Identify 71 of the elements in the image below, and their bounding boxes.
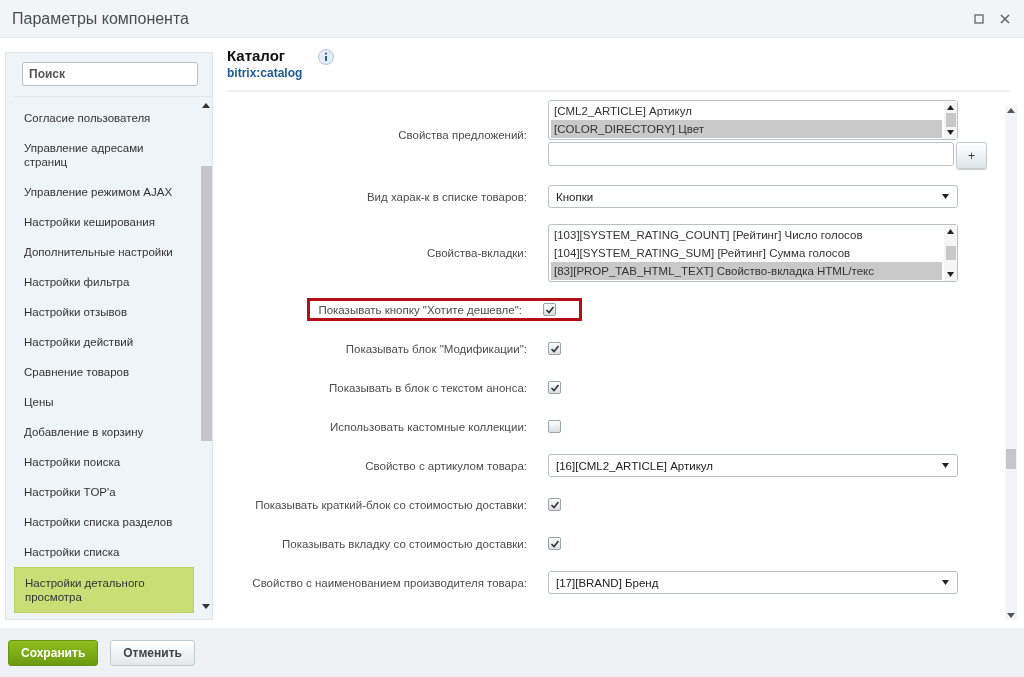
- sidebar-item[interactable]: Добавление в корзину: [14, 417, 194, 447]
- scroll-up-icon[interactable]: [1007, 108, 1015, 113]
- input-field[interactable]: [548, 142, 954, 166]
- sidebar-item[interactable]: Настройки кеширования: [14, 207, 194, 237]
- info-icon[interactable]: [318, 49, 335, 65]
- search-field[interactable]: Поиск: [22, 62, 198, 86]
- scrollbar-thumb[interactable]: [200, 166, 212, 441]
- field-label: Свойство с наименованием производителя товара:: [251, 576, 528, 589]
- sidebar-item[interactable]: Согласие пользователя: [14, 103, 194, 133]
- window-title: Параметры компонента: [12, 9, 189, 28]
- sidebar-item[interactable]: Сравнение товаров: [14, 357, 194, 387]
- list-option[interactable]: [COLOR_DIRECTORY] Цвет: [551, 120, 942, 138]
- list-option[interactable]: [CML2_ARTICLE] Артикул: [551, 102, 942, 120]
- dropdown[interactable]: [16][CML2_ARTICLE] Артикул: [548, 454, 958, 477]
- sidebar-item[interactable]: Настройки отзывов: [14, 297, 194, 327]
- sidebar-item[interactable]: Настройки детального просмотра: [14, 567, 194, 613]
- scrollbar-thumb[interactable]: [1006, 449, 1016, 469]
- field-label: Свойства-вкладки:: [425, 247, 528, 259]
- checkbox[interactable]: [548, 420, 561, 433]
- close-icon[interactable]: [1000, 13, 1010, 24]
- scrollbar-thumb[interactable]: [945, 246, 956, 260]
- sidebar-item[interactable]: Управление адресами страниц: [14, 133, 194, 177]
- field-label: Показывать краткий-блок со стоимостью доставки:: [254, 498, 528, 511]
- field-label: Свойство с артикулом товара:: [364, 459, 528, 472]
- dropdown[interactable]: Кнопки: [548, 185, 958, 208]
- checkbox[interactable]: [548, 537, 561, 550]
- sidebar-item[interactable]: Управление режимом AJAX: [14, 177, 194, 207]
- field-label: Показывать кнопку "Хотите дешевле":: [317, 303, 523, 316]
- field-label: Показывать блок "Модификации":: [344, 342, 528, 355]
- caret-icon: [947, 229, 954, 234]
- sidebar-item[interactable]: Настройки списка разделов: [14, 507, 194, 537]
- scrollbar[interactable]: [1005, 106, 1017, 620]
- sidebar-item[interactable]: Дополнительные настройки: [14, 237, 194, 267]
- dropdown[interactable]: [17][BRAND] Бренд: [548, 571, 958, 594]
- scrollbar[interactable]: [944, 225, 957, 281]
- scrollbar[interactable]: [944, 101, 957, 139]
- caret-icon: [947, 130, 954, 135]
- checkbox[interactable]: [548, 381, 561, 394]
- caret-icon: [947, 105, 954, 110]
- field-label: Показывать вкладку со стоимостью доставки:: [281, 537, 528, 550]
- field-label: Использовать кастомные коллекции:: [328, 420, 528, 433]
- component-title: Каталог: [227, 47, 287, 64]
- sidebar-item[interactable]: Настройки поиска: [14, 447, 194, 477]
- list-box[interactable]: [103][SYSTEM_RATING_COUNT] [Рейтинг] Число голосов [104][SYSTEM_RATING_SUM] [Рейтинг] Сумма голосов [83][PROP_TAB_HTML_TEXT] Свойство-вкладка HTML/текс: [548, 224, 958, 282]
- list-option[interactable]: [104][SYSTEM_RATING_SUM] [Рейтинг] Сумма голосов: [551, 244, 942, 262]
- scroll-down-icon[interactable]: [1007, 613, 1015, 618]
- field-label: Показывать в блок с текстом анонса:: [327, 381, 528, 394]
- list-box[interactable]: [CML2_ARTICLE] Артикул [COLOR_DIRECTORY] Цвет: [548, 100, 958, 140]
- sidebar-item[interactable]: Настройки списка: [14, 537, 194, 567]
- field-label: Свойства предложений:: [397, 128, 528, 141]
- cancel-button[interactable]: Отменить: [110, 639, 195, 666]
- sidebar-item[interactable]: Настройки фильтра: [14, 267, 194, 297]
- component-code: bitrix:catalog: [227, 66, 303, 80]
- caret-icon: [947, 272, 954, 277]
- caret-icon: [942, 463, 949, 468]
- scroll-up-icon[interactable]: [202, 103, 210, 108]
- scroll-down-icon[interactable]: [202, 604, 210, 609]
- sidebar-item[interactable]: Настройки действий: [14, 327, 194, 357]
- list-option[interactable]: [103][SYSTEM_RATING_COUNT] [Рейтинг] Число голосов: [551, 226, 942, 244]
- add-button[interactable]: +: [956, 142, 987, 169]
- checkbox[interactable]: [548, 342, 561, 355]
- scrollbar-thumb[interactable]: [945, 113, 956, 127]
- sidebar-item[interactable]: Настройки TOP'а: [14, 477, 194, 507]
- caret-icon: [942, 580, 949, 585]
- checkbox[interactable]: [543, 303, 556, 316]
- checkbox[interactable]: [548, 498, 561, 511]
- caret-icon: [942, 194, 949, 199]
- list-option[interactable]: [83][PROP_TAB_HTML_TEXT] Свойство-вкладка HTML/текс: [551, 262, 942, 280]
- sidebar-item[interactable]: Цены: [14, 387, 194, 417]
- maximize-icon[interactable]: [974, 13, 984, 24]
- field-label: Вид харак-к в списке товаров:: [365, 190, 528, 203]
